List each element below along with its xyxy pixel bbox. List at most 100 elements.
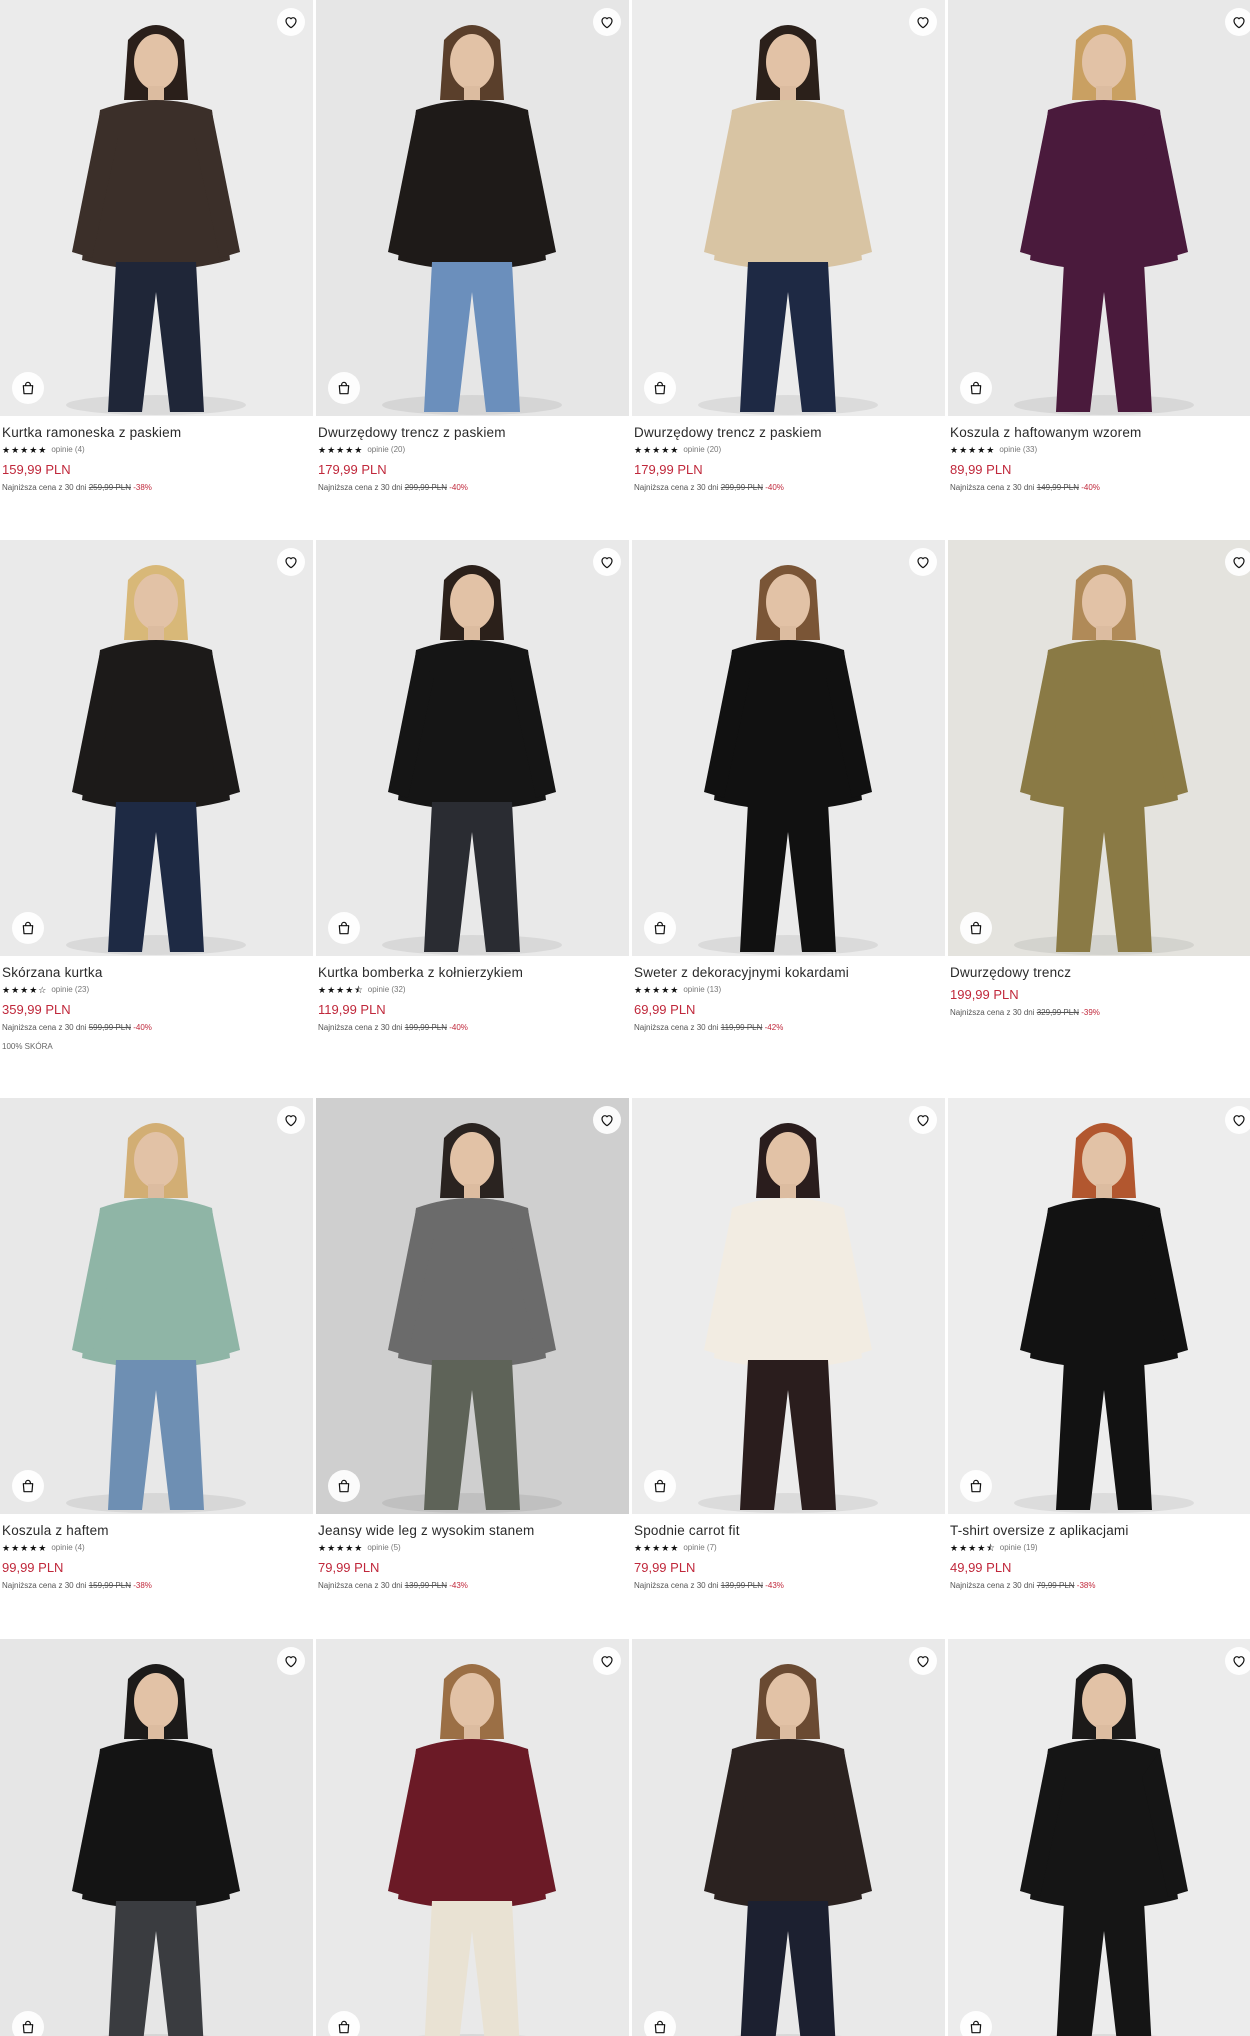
product-card[interactable]: Koszula z haftowanym wzorem ★★★★★ opinie… xyxy=(948,0,1250,493)
product-photo[interactable] xyxy=(632,540,945,956)
product-photo[interactable] xyxy=(316,540,629,956)
product-photo[interactable] xyxy=(632,0,945,416)
product-name[interactable]: Sweter z dekoracyjnymi kokardami xyxy=(634,964,943,982)
product-card[interactable]: Skórzana kurtka ★★★★☆ opinie (23) 359,99… xyxy=(0,540,313,1052)
add-to-wishlist-button[interactable] xyxy=(1225,8,1250,36)
product-image[interactable] xyxy=(316,1639,629,2036)
add-to-cart-button[interactable] xyxy=(12,2011,44,2036)
product-card[interactable] xyxy=(316,1639,629,2036)
add-to-cart-button[interactable] xyxy=(960,1470,992,1502)
add-to-cart-button[interactable] xyxy=(12,372,44,404)
add-to-wishlist-button[interactable] xyxy=(277,8,305,36)
product-name[interactable]: T-shirt oversize z aplikacjami xyxy=(950,1522,1250,1540)
add-to-wishlist-button[interactable] xyxy=(909,1106,937,1134)
product-photo[interactable] xyxy=(0,540,313,956)
product-photo[interactable] xyxy=(316,1098,629,1514)
add-to-cart-button[interactable] xyxy=(644,912,676,944)
review-count[interactable]: opinie (20) xyxy=(367,443,405,457)
product-card[interactable]: Koszula z haftem ★★★★★ opinie (4) 99,99 … xyxy=(0,1098,313,1591)
add-to-wishlist-button[interactable] xyxy=(277,548,305,576)
add-to-cart-button[interactable] xyxy=(960,2011,992,2036)
review-count[interactable]: opinie (7) xyxy=(683,1541,716,1555)
review-count[interactable]: opinie (19) xyxy=(1000,1541,1038,1555)
product-name[interactable]: Koszula z haftem xyxy=(2,1522,311,1540)
add-to-cart-button[interactable] xyxy=(644,1470,676,1502)
product-card[interactable] xyxy=(632,1639,945,2036)
product-image[interactable] xyxy=(632,1098,945,1514)
review-count[interactable]: opinie (13) xyxy=(683,983,721,997)
product-name[interactable]: Dwurzędowy trencz z paskiem xyxy=(318,424,627,442)
add-to-wishlist-button[interactable] xyxy=(909,548,937,576)
add-to-wishlist-button[interactable] xyxy=(593,1106,621,1134)
product-card[interactable]: Kurtka bomberka z kołnierzykiem ★★★★⯪ op… xyxy=(316,540,629,1033)
product-card[interactable]: Dwurzędowy trencz z paskiem ★★★★★ opinie… xyxy=(632,0,945,493)
product-image[interactable] xyxy=(0,1098,313,1514)
product-photo[interactable] xyxy=(316,1639,629,2036)
product-photo[interactable] xyxy=(948,1639,1250,2036)
product-name[interactable]: Kurtka ramoneska z paskiem xyxy=(2,424,311,442)
add-to-wishlist-button[interactable] xyxy=(277,1647,305,1675)
review-count[interactable]: opinie (4) xyxy=(51,1541,84,1555)
product-photo[interactable] xyxy=(632,1098,945,1514)
product-image[interactable] xyxy=(316,0,629,416)
product-name[interactable]: Dwurzędowy trencz z paskiem xyxy=(634,424,943,442)
add-to-wishlist-button[interactable] xyxy=(593,8,621,36)
product-name[interactable]: Jeansy wide leg z wysokim stanem xyxy=(318,1522,627,1540)
product-photo[interactable] xyxy=(632,1639,945,2036)
product-image[interactable] xyxy=(632,1639,945,2036)
product-photo[interactable] xyxy=(948,540,1250,956)
product-photo[interactable] xyxy=(0,1639,313,2036)
product-card[interactable]: Jeansy wide leg z wysokim stanem ★★★★★ o… xyxy=(316,1098,629,1591)
add-to-cart-button[interactable] xyxy=(644,2011,676,2036)
add-to-cart-button[interactable] xyxy=(328,372,360,404)
review-count[interactable]: opinie (33) xyxy=(999,443,1037,457)
add-to-wishlist-button[interactable] xyxy=(593,1647,621,1675)
product-photo[interactable] xyxy=(0,0,313,416)
product-image[interactable] xyxy=(632,0,945,416)
product-image[interactable] xyxy=(0,540,313,956)
product-image[interactable] xyxy=(948,0,1250,416)
product-photo[interactable] xyxy=(948,1098,1250,1514)
review-count[interactable]: opinie (32) xyxy=(368,983,406,997)
add-to-cart-button[interactable] xyxy=(328,912,360,944)
add-to-cart-button[interactable] xyxy=(12,912,44,944)
add-to-wishlist-button[interactable] xyxy=(1225,548,1250,576)
add-to-cart-button[interactable] xyxy=(644,372,676,404)
product-image[interactable] xyxy=(0,0,313,416)
product-image[interactable] xyxy=(948,1098,1250,1514)
add-to-wishlist-button[interactable] xyxy=(1225,1647,1250,1675)
product-card[interactable] xyxy=(948,1639,1250,2036)
add-to-wishlist-button[interactable] xyxy=(1225,1106,1250,1134)
review-count[interactable]: opinie (23) xyxy=(51,983,89,997)
product-image[interactable] xyxy=(316,1098,629,1514)
product-image[interactable] xyxy=(948,1639,1250,2036)
add-to-cart-button[interactable] xyxy=(960,912,992,944)
add-to-wishlist-button[interactable] xyxy=(909,8,937,36)
add-to-cart-button[interactable] xyxy=(328,1470,360,1502)
product-card[interactable]: Sweter z dekoracyjnymi kokardami ★★★★★ o… xyxy=(632,540,945,1033)
add-to-cart-button[interactable] xyxy=(960,372,992,404)
product-name[interactable]: Koszula z haftowanym wzorem xyxy=(950,424,1250,442)
add-to-wishlist-button[interactable] xyxy=(593,548,621,576)
product-name[interactable]: Skórzana kurtka xyxy=(2,964,311,982)
add-to-cart-button[interactable] xyxy=(12,1470,44,1502)
product-card[interactable]: Kurtka ramoneska z paskiem ★★★★★ opinie … xyxy=(0,0,313,493)
review-count[interactable]: opinie (5) xyxy=(367,1541,400,1555)
product-card[interactable]: T-shirt oversize z aplikacjami ★★★★⯪ opi… xyxy=(948,1098,1250,1591)
product-image[interactable] xyxy=(0,1639,313,2036)
product-image[interactable] xyxy=(632,540,945,956)
product-card[interactable] xyxy=(0,1639,313,2036)
product-image[interactable] xyxy=(948,540,1250,956)
product-photo[interactable] xyxy=(316,0,629,416)
add-to-wishlist-button[interactable] xyxy=(277,1106,305,1134)
product-name[interactable]: Spodnie carrot fit xyxy=(634,1522,943,1540)
product-card[interactable]: Dwurzędowy trencz 199,99 PLN Najniższa ce… xyxy=(948,540,1250,1018)
add-to-wishlist-button[interactable] xyxy=(909,1647,937,1675)
add-to-cart-button[interactable] xyxy=(328,2011,360,2036)
product-photo[interactable] xyxy=(948,0,1250,416)
product-name[interactable]: Dwurzędowy trencz xyxy=(950,964,1250,982)
product-photo[interactable] xyxy=(0,1098,313,1514)
product-card[interactable]: Dwurzędowy trencz z paskiem ★★★★★ opinie… xyxy=(316,0,629,493)
review-count[interactable]: opinie (20) xyxy=(683,443,721,457)
review-count[interactable]: opinie (4) xyxy=(51,443,84,457)
